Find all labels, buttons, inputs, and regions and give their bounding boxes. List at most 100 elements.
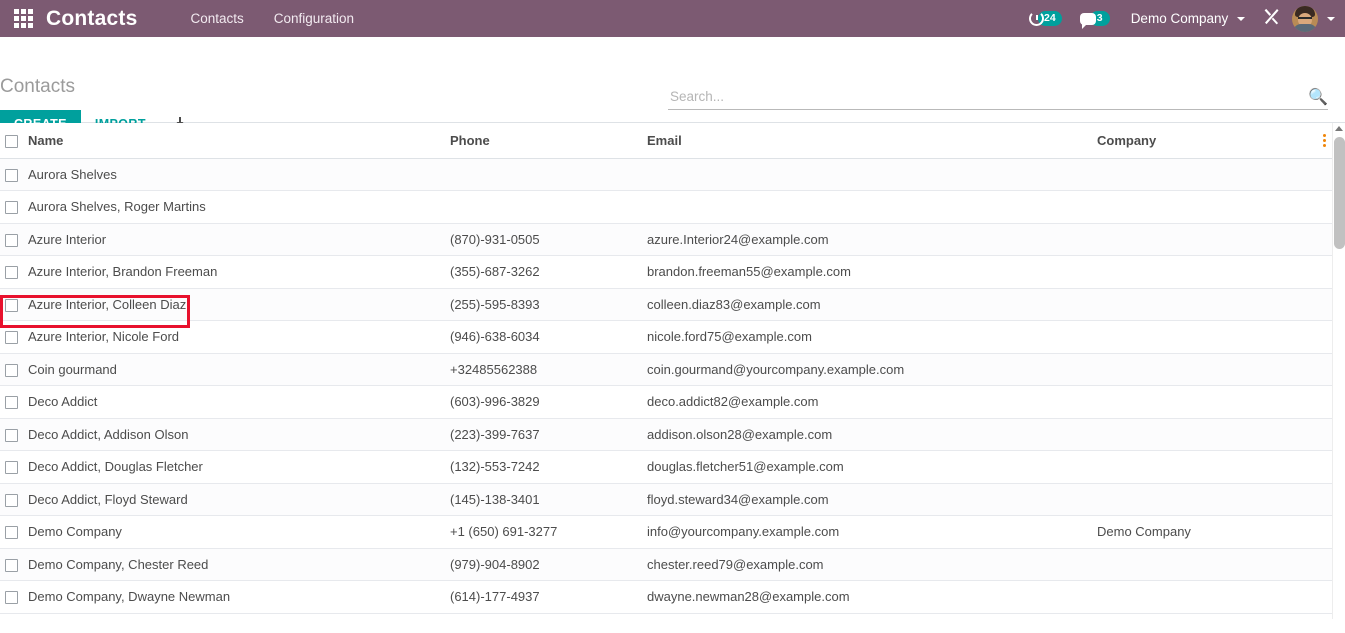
row-checkbox[interactable] [5,201,18,215]
row-checkbox[interactable] [5,363,18,377]
cell-phone[interactable] [450,158,647,191]
messaging-menu-button[interactable]: 3 [1071,0,1119,37]
table-row[interactable]: Deco Addict, Floyd Steward (145)-138-3401… [0,483,1332,516]
cell-company[interactable] [1097,320,1317,354]
row-checkbox[interactable] [5,233,18,247]
cell-phone[interactable]: +32485562388 [450,353,647,386]
scroll-up-icon[interactable] [1335,126,1343,131]
search-input[interactable] [668,88,1303,106]
cell-email[interactable]: dwayne.newman28@example.com [647,580,1097,614]
developer-tools-button[interactable] [1251,8,1292,30]
cell-name[interactable]: Deco Addict [28,385,450,419]
cell-name[interactable]: Azure Interior, Colleen Diaz [28,288,450,321]
table-row[interactable]: Demo Company, Dwayne Newman (614)-177-493… [0,580,1332,614]
table-row[interactable]: Deco Addict, Douglas Fletcher (132)-553-7… [0,450,1332,484]
cell-name[interactable]: Aurora Shelves [28,158,450,191]
cell-name[interactable]: Demo Company [28,515,450,549]
cell-company[interactable] [1097,255,1317,289]
table-row[interactable]: Demo Company, Chester Reed (979)-904-8902… [0,548,1332,581]
cell-phone[interactable]: (614)-177-4937 [450,580,647,614]
cell-phone[interactable]: (979)-904-8902 [450,548,647,581]
cell-name[interactable]: Demo Company, Chester Reed [28,548,450,581]
cell-email[interactable] [647,190,1097,224]
cell-email[interactable]: deco.addict82@example.com [647,385,1097,419]
cell-company[interactable] [1097,548,1317,581]
search-bar[interactable]: 🔍 [668,85,1328,110]
cell-company[interactable] [1097,223,1317,256]
table-row[interactable]: Azure Interior (870)-931-0505 azure.Interi… [0,223,1332,256]
nav-menu-contacts[interactable]: Contacts [175,0,258,37]
row-checkbox[interactable] [5,591,18,605]
table-row[interactable]: Deco Addict, Addison Olson (223)-399-7637… [0,418,1332,451]
table-row[interactable]: Demo Company +1 (650) 691-3277 info@yourco… [0,515,1332,549]
cell-company[interactable] [1097,353,1317,386]
table-row[interactable]: Azure Interior, Brandon Freeman (355)-687… [0,255,1332,289]
table-row[interactable]: Azure Interior, Colleen Diaz (255)-595-83… [0,288,1332,321]
nav-menu-configuration[interactable]: Configuration [259,0,369,37]
column-header-phone[interactable]: Phone [450,123,647,159]
cell-company[interactable] [1097,158,1317,191]
apps-menu-button[interactable] [0,0,46,37]
cell-email[interactable]: info@yourcompany.example.com [647,515,1097,549]
breadcrumb[interactable]: Contacts [0,76,75,98]
cell-email[interactable]: brandon.freeman55@example.com [647,255,1097,289]
cell-company[interactable] [1097,288,1317,321]
cell-email[interactable]: addison.olson28@example.com [647,418,1097,451]
cell-phone[interactable]: (255)-595-8393 [450,288,647,321]
column-header-email[interactable]: Email [647,123,1097,159]
cell-name[interactable]: Coin gourmand [28,353,450,386]
vertical-scrollbar[interactable] [1332,123,1345,619]
cell-company[interactable] [1097,450,1317,484]
scrollbar-thumb[interactable] [1334,137,1345,249]
row-checkbox[interactable] [5,493,18,507]
cell-email[interactable]: azure.Interior24@example.com [647,223,1097,256]
cell-phone[interactable]: (870)-931-0505 [450,223,647,256]
row-checkbox[interactable] [5,331,18,345]
cell-company[interactable] [1097,418,1317,451]
cell-name[interactable]: Deco Addict, Douglas Fletcher [28,450,450,484]
cell-name[interactable]: Aurora Shelves, Roger Martins [28,190,450,224]
column-header-company[interactable]: Company [1097,123,1317,159]
row-checkbox[interactable] [5,526,18,540]
vertical-dots-icon[interactable] [1317,133,1332,147]
cell-email[interactable]: coin.gourmand@yourcompany.example.com [647,353,1097,386]
search-icon[interactable]: 🔍 [1302,87,1328,107]
cell-phone[interactable]: (145)-138-3401 [450,483,647,516]
cell-name[interactable]: Azure Interior, Brandon Freeman [28,255,450,289]
cell-name[interactable]: Demo Company, Dwayne Newman [28,580,450,614]
cell-company[interactable] [1097,385,1317,419]
cell-company[interactable] [1097,190,1317,224]
table-row[interactable]: Deco Addict (603)-996-3829 deco.addict82@e… [0,385,1332,419]
cell-email[interactable]: nicole.ford75@example.com [647,320,1097,354]
company-switcher[interactable]: Demo Company [1119,11,1251,26]
row-checkbox[interactable] [5,266,18,280]
cell-phone[interactable]: +1 (650) 691-3277 [450,515,647,549]
cell-email[interactable]: colleen.diaz83@example.com [647,288,1097,321]
cell-email[interactable]: chester.reed79@example.com [647,548,1097,581]
cell-phone[interactable]: (603)-996-3829 [450,385,647,419]
cell-phone[interactable]: (132)-553-7242 [450,450,647,484]
cell-name[interactable]: Azure Interior, Nicole Ford [28,320,450,354]
app-brand-title[interactable]: Contacts [46,7,137,31]
cell-email[interactable]: floyd.steward34@example.com [647,483,1097,516]
cell-email[interactable] [647,158,1097,191]
user-menu-button[interactable] [1292,5,1339,32]
cell-name[interactable]: Deco Addict, Floyd Steward [28,483,450,516]
activity-menu-button[interactable]: 24 [1020,0,1071,37]
cell-email[interactable]: douglas.fletcher51@example.com [647,450,1097,484]
cell-company[interactable]: Demo Company [1097,515,1317,549]
cell-company[interactable] [1097,483,1317,516]
column-header-name[interactable]: Name [28,123,450,159]
table-row[interactable]: Aurora Shelves, Roger Martins [0,190,1332,224]
cell-phone[interactable]: (946)-638-6034 [450,320,647,354]
row-checkbox[interactable] [5,396,18,410]
table-row[interactable]: Coin gourmand +32485562388 coin.gourmand@y… [0,353,1332,386]
row-checkbox[interactable] [5,298,18,312]
table-row[interactable]: Aurora Shelves [0,158,1332,191]
select-all-checkbox[interactable] [5,134,18,148]
cell-phone[interactable]: (223)-399-7637 [450,418,647,451]
table-row[interactable]: Azure Interior, Nicole Ford (946)-638-603… [0,320,1332,354]
cell-phone[interactable] [450,190,647,224]
row-checkbox[interactable] [5,428,18,442]
row-checkbox[interactable] [5,168,18,182]
